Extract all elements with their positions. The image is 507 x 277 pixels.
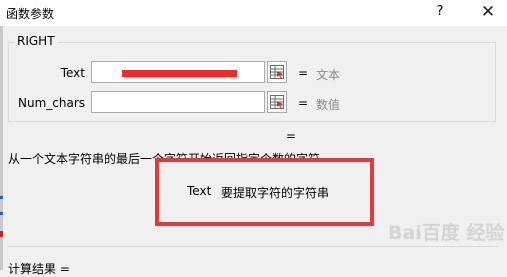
left-edge-strip: [0, 26, 3, 270]
close-button[interactable]: ✕: [476, 1, 500, 23]
edge-mark: [0, 212, 3, 215]
argument-detail-name: Text: [187, 184, 212, 198]
edge-mark: [0, 196, 3, 199]
collapse-dialog-button-num-chars[interactable]: [267, 91, 287, 113]
calculation-result-label: 计算结果 =: [8, 262, 70, 276]
argument-detail-highlight: Text 要提取字符的字符串: [155, 158, 374, 226]
function-name-label: RIGHT: [14, 34, 58, 48]
text-argument-input[interactable]: [91, 61, 265, 83]
dialog-title: 函数参数: [6, 7, 55, 21]
filled-reference-bar: [122, 70, 237, 77]
collapse-dialog-icon: [270, 65, 284, 79]
argument-label-num-chars: Num_chars: [17, 96, 85, 110]
argument-type-hint: 文本: [316, 68, 341, 82]
argument-detail-text: 要提取字符的字符串: [221, 186, 330, 200]
baidu-jingyan-watermark: Bai百度 经验: [388, 222, 505, 244]
collapse-dialog-icon: [270, 95, 284, 109]
argument-equals: =: [298, 96, 309, 110]
formula-result-equals: =: [286, 129, 297, 143]
argument-type-hint: 数值: [316, 98, 341, 112]
help-button[interactable]: ?: [431, 3, 449, 21]
edge-mark: [0, 231, 3, 237]
num-chars-argument-input[interactable]: [91, 91, 265, 113]
argument-label-text: Text: [60, 66, 85, 80]
function-arguments-dialog: 函数参数 ? ✕ RIGHT Text = 文本 Num_chars = 数值 …: [0, 0, 507, 276]
separator-line: [8, 246, 499, 247]
argument-equals: =: [298, 66, 309, 80]
title-bar: 函数参数 ? ✕: [0, 0, 507, 26]
collapse-dialog-button-text[interactable]: [267, 61, 287, 83]
